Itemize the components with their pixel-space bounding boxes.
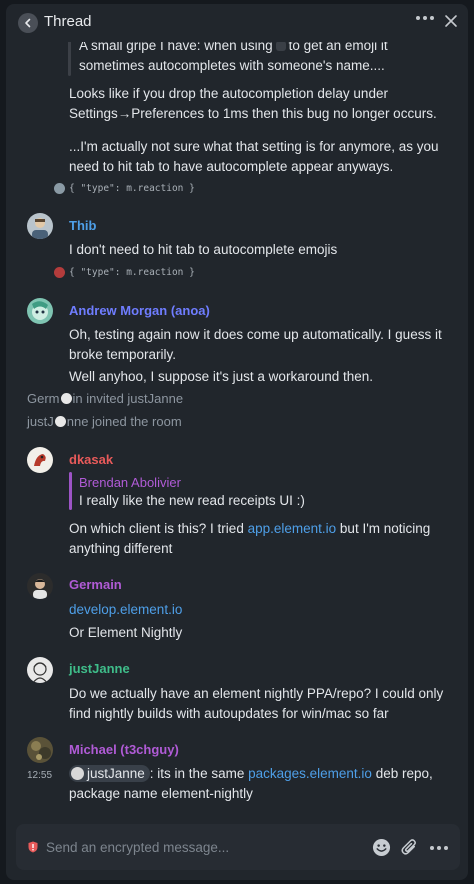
quote-bar — [68, 42, 71, 76]
message-link[interactable]: packages.element.io — [248, 766, 372, 781]
message-link[interactable]: app.element.io — [248, 521, 337, 536]
state-text: Germ — [27, 391, 60, 406]
message-text: A small gripe I have: when using — [79, 42, 273, 53]
message-line: A small gripe I have: when using to get a… — [79, 42, 459, 56]
attachment-icon[interactable] — [400, 838, 419, 857]
message-text: Oh, testing again now it does come up au… — [69, 327, 442, 362]
message-text: Well anyhoo, I suppose it's just a worka… — [69, 369, 374, 384]
reply-quote-bar — [69, 472, 72, 510]
state-event: justJ nne joined the room — [27, 414, 182, 429]
message-text: On which client is this? I tried — [69, 521, 244, 536]
reaction-text: { "type": m.reaction } — [69, 267, 195, 278]
message-text: I don't need to hit tab to autocomplete … — [69, 242, 338, 257]
avatar[interactable] — [27, 573, 53, 599]
mini-avatar — [60, 393, 72, 404]
user-pill[interactable]: justJanne — [69, 765, 150, 782]
emoji-key-chip — [275, 42, 286, 52]
avatar[interactable] — [27, 298, 53, 324]
thread-panel: Thread A small gripe I have: when using t… — [6, 4, 468, 880]
message-timestamp[interactable]: 12:55 — [27, 770, 52, 781]
message-text: sometimes autocompletes with someone's n… — [79, 58, 385, 73]
reaction-row[interactable]: { "type": m.reaction } — [54, 267, 195, 278]
sender-name[interactable]: Thib — [69, 218, 96, 233]
mini-avatar — [54, 416, 66, 427]
message-text: justJanne : its in the same packages.elem… — [69, 764, 449, 804]
message-text: Looks like if you drop the autocompletio… — [69, 86, 437, 121]
thread-title: Thread — [44, 13, 92, 30]
avatar[interactable] — [27, 447, 53, 473]
composer-more-icon[interactable] — [430, 846, 448, 850]
reply-sender-name[interactable]: Brendan Abolivier — [79, 475, 181, 490]
message-composer — [16, 824, 460, 870]
shield-icon — [28, 841, 38, 853]
message-text: ...I'm actually not sure what that setti… — [69, 139, 439, 174]
message-text: On which client is this? I tried app.ele… — [69, 519, 449, 559]
back-button[interactable] — [18, 13, 38, 33]
composer-input[interactable] — [46, 837, 346, 857]
reaction-text: { "type": m.reaction } — [69, 183, 195, 194]
state-text: nne joined the room — [66, 414, 182, 429]
emoji-icon[interactable] — [372, 838, 391, 857]
sender-name[interactable]: dkasak — [69, 452, 113, 467]
sender-name[interactable]: Andrew Morgan (anoa) — [69, 303, 210, 318]
user-pill-avatar — [71, 767, 84, 780]
message-text: Do we actually have an element nightly P… — [69, 686, 444, 721]
more-options-icon[interactable] — [416, 16, 434, 20]
thread-timeline[interactable]: A small gripe I have: when using to get a… — [6, 42, 468, 820]
sender-name[interactable]: justJanne — [69, 661, 130, 676]
avatar[interactable] — [27, 737, 53, 763]
close-icon[interactable] — [444, 14, 458, 28]
sender-name[interactable]: Michael (t3chguy) — [69, 742, 179, 757]
back-arrow-icon — [25, 18, 31, 28]
state-event: Germ in invited justJanne — [27, 391, 183, 406]
thread-header: Thread — [6, 4, 468, 42]
reaction-avatar — [54, 183, 65, 194]
reaction-row[interactable]: { "type": m.reaction } — [54, 183, 195, 194]
message-text: : its in the same — [149, 766, 245, 781]
reaction-avatar — [54, 267, 65, 278]
reply-text: I really like the new read receipts UI :… — [79, 493, 305, 508]
message-link[interactable]: develop.element.io — [69, 600, 182, 620]
message-text: Or Element Nightly — [69, 625, 183, 640]
sender-name[interactable]: Germain — [69, 577, 122, 592]
avatar[interactable] — [27, 213, 53, 239]
state-text: justJ — [27, 414, 54, 429]
message-text: to get an emoji it — [288, 42, 388, 53]
state-text: in invited justJanne — [72, 391, 184, 406]
user-pill-label: justJanne — [87, 766, 145, 781]
avatar[interactable] — [27, 657, 53, 683]
